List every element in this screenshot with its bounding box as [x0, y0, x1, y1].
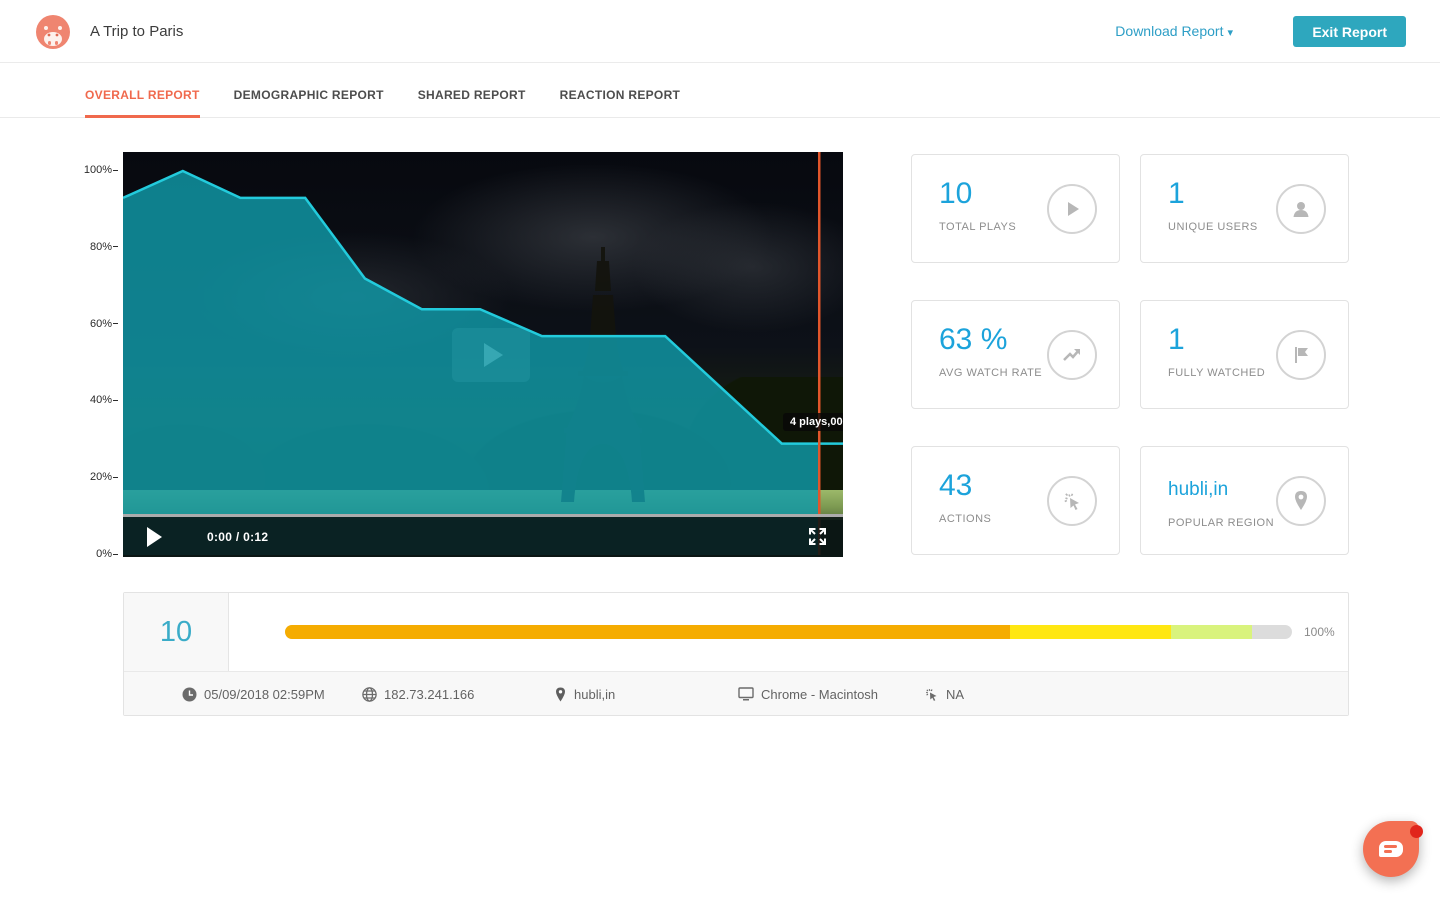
monitor-icon — [738, 687, 754, 701]
tab-shared-report[interactable]: SHARED REPORT — [418, 63, 526, 118]
download-report-button[interactable]: Download Report▾ — [1115, 0, 1233, 63]
location-pin-icon — [1276, 476, 1326, 526]
session-meta-row: 05/09/2018 02:59PM 182.73.241.166 hubli,… — [124, 671, 1348, 715]
chart-y-axis: 100% 80% 60% 40% 20% 0% — [58, 152, 118, 557]
stat-card-actions: 43 ACTIONS — [911, 446, 1120, 555]
chevron-down-icon: ▾ — [1227, 27, 1233, 39]
cursor-click-icon — [924, 687, 939, 702]
meta-timestamp: 05/09/2018 02:59PM — [182, 672, 325, 716]
stat-label: AVG WATCH RATE — [939, 367, 1042, 379]
stat-value: hubli,in — [1168, 479, 1228, 501]
video-controls: 0:00 / 0:12 — [123, 514, 843, 557]
watch-bar-track — [285, 625, 1292, 639]
header: A Trip to Paris Download Report▾ Exit Re… — [0, 0, 1440, 63]
stat-card-fully-watched: 1 FULLY WATCHED — [1140, 300, 1349, 409]
tab-demographic-report[interactable]: DEMOGRAPHIC REPORT — [234, 63, 384, 118]
tab-reaction-report[interactable]: REACTION REPORT — [560, 63, 681, 118]
y-axis-tick: 40% — [58, 394, 118, 406]
stat-value: 1 — [1168, 177, 1185, 211]
watch-percent-label: 100% — [1304, 625, 1335, 639]
play-button[interactable] — [147, 527, 162, 547]
cursor-click-icon — [1047, 476, 1097, 526]
watch-bar-segment — [1010, 625, 1171, 639]
stat-label: ACTIONS — [939, 513, 991, 525]
chat-notification-dot — [1410, 825, 1423, 838]
stat-card-unique-users: 1 UNIQUE USERS — [1140, 154, 1349, 263]
stat-value: 1 — [1168, 323, 1185, 357]
user-icon — [1276, 184, 1326, 234]
stat-value: 43 — [939, 469, 972, 503]
video-time-display: 0:00 / 0:12 — [207, 530, 268, 544]
y-axis-tick: 60% — [58, 318, 118, 330]
play-session-row: 10 100% 05/09/2018 02:59PM 182.73.241.16… — [123, 592, 1349, 716]
app-logo-icon — [36, 15, 70, 49]
session-bar-area: 100% — [229, 593, 1348, 671]
flag-icon — [1276, 330, 1326, 380]
stat-value: 63 % — [939, 323, 1007, 357]
y-axis-tick: 0% — [58, 548, 118, 560]
video-player[interactable]: 4 plays,00: 0:00 / 0:12 — [123, 152, 843, 557]
report-page: A Trip to Paris Download Report▾ Exit Re… — [0, 0, 1440, 900]
stat-label: POPULAR REGION — [1168, 517, 1274, 529]
exit-report-button[interactable]: Exit Report — [1293, 16, 1406, 47]
location-pin-icon — [554, 687, 567, 702]
fullscreen-icon[interactable] — [808, 527, 827, 546]
y-axis-tick: 100% — [58, 164, 118, 176]
chart-tooltip: 4 plays,00: — [783, 413, 843, 431]
stat-card-total-plays: 10 TOTAL PLAYS — [911, 154, 1120, 263]
play-icon — [1047, 184, 1097, 234]
chat-bubble-icon — [1379, 841, 1403, 857]
globe-icon — [362, 687, 377, 702]
session-progress-row: 10 100% — [124, 593, 1348, 671]
tab-overall-report[interactable]: OVERALL REPORT — [85, 63, 200, 118]
watch-bar-segment — [285, 625, 1010, 639]
meta-action-source: NA — [924, 672, 964, 716]
stats-grid: 10 TOTAL PLAYS 1 UNIQUE USERS 63 % AVG W… — [911, 154, 1349, 555]
watch-area-fill — [123, 171, 819, 555]
page-title: A Trip to Paris — [90, 0, 183, 63]
y-axis-tick: 20% — [58, 471, 118, 483]
clock-icon — [182, 687, 197, 702]
meta-location: hubli,in — [554, 672, 615, 716]
y-axis-tick: 80% — [58, 241, 118, 253]
chat-widget-button[interactable] — [1363, 821, 1419, 877]
watch-rate-chart — [123, 152, 843, 557]
trend-up-icon — [1047, 330, 1097, 380]
watch-bar-segment — [1171, 625, 1252, 639]
stat-label: UNIQUE USERS — [1168, 221, 1258, 233]
stat-label: TOTAL PLAYS — [939, 221, 1016, 233]
stat-label: FULLY WATCHED — [1168, 367, 1265, 379]
stat-card-popular-region: hubli,in POPULAR REGION — [1140, 446, 1349, 555]
session-play-count: 10 — [124, 593, 229, 671]
stat-value: 10 — [939, 177, 972, 211]
report-tabbar: OVERALL REPORT DEMOGRAPHIC REPORT SHARED… — [0, 63, 1440, 118]
meta-browser-os: Chrome - Macintosh — [738, 672, 878, 716]
stat-card-avg-watch-rate: 63 % AVG WATCH RATE — [911, 300, 1120, 409]
meta-ip-address: 182.73.241.166 — [362, 672, 474, 716]
